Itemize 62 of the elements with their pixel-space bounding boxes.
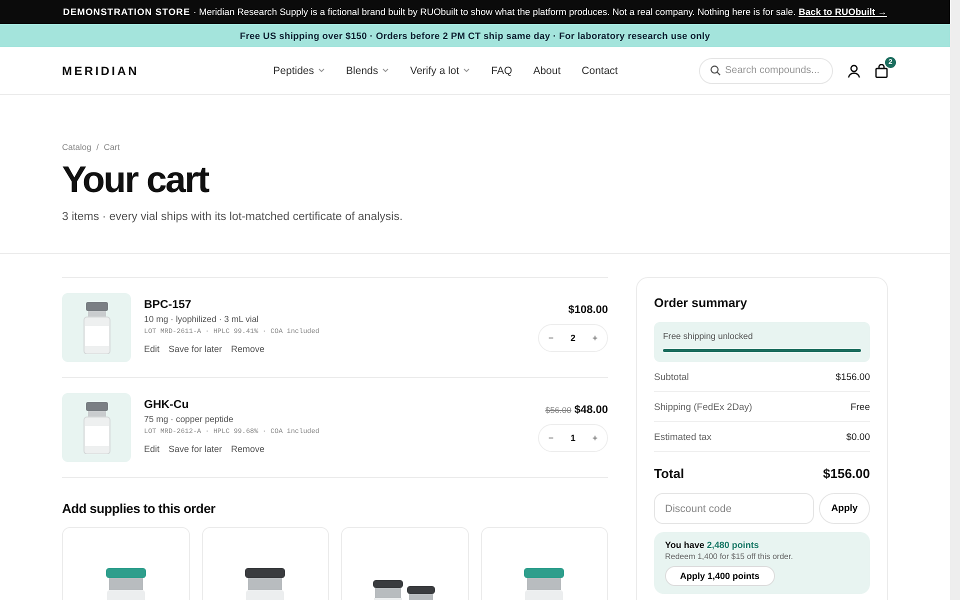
breadcrumb-separator: / <box>96 142 99 152</box>
breadcrumb-link[interactable]: Cart <box>104 142 120 152</box>
item-price: $48.00 <box>574 404 608 416</box>
original-price: $56.00 <box>545 405 572 415</box>
logo[interactable]: MERIDIAN <box>62 64 262 78</box>
item-action-link[interactable]: Remove <box>231 444 265 454</box>
product-name[interactable]: BPC-157 <box>144 299 538 311</box>
points-balance: You have 2,480 points <box>665 540 760 550</box>
breadcrumb-link[interactable]: Catalog <box>62 142 92 152</box>
total-label: Total <box>654 466 684 481</box>
page-subtitle: 3 items · every vial ships with its lot-matched certificate of analysis. <box>62 211 404 223</box>
chevron-down-icon <box>463 68 470 73</box>
total-value: $156.00 <box>823 466 870 481</box>
apply-points-button[interactable]: Apply 1,400 points <box>665 566 775 586</box>
summary-label: Shipping (FedEx 2Day) <box>654 402 752 413</box>
summary-value: Free <box>850 402 870 413</box>
account-icon[interactable] <box>847 64 861 78</box>
summary-value: $156.00 <box>836 372 870 383</box>
item-action-link[interactable]: Edit <box>144 444 160 454</box>
apply-button[interactable]: Apply <box>819 493 870 524</box>
points-note: Redeem 1,400 for $15 off this order. <box>665 552 794 561</box>
store-label: DEMONSTRATION STORE <box>63 7 190 17</box>
product-details: 10 mg · lyophilized · 3 mL vial <box>144 314 260 324</box>
back-link[interactable]: Back to RUObuilt → <box>798 7 887 17</box>
quantity-value: 1 <box>570 433 576 443</box>
increase-button[interactable]: + <box>586 328 604 348</box>
page-title: Your cart <box>62 158 210 202</box>
chevron-down-icon <box>382 68 390 73</box>
decrease-button[interactable]: − <box>542 328 560 348</box>
item-price: $108.00 <box>568 304 608 316</box>
search-icon <box>710 64 721 76</box>
item-action-link[interactable]: Save for later <box>168 344 222 354</box>
quantity-value: 2 <box>570 333 576 343</box>
summary-label: Estimated tax <box>654 432 712 443</box>
nav-link[interactable]: Contact <box>582 64 618 76</box>
item-action-link[interactable]: Save for later <box>168 444 222 454</box>
decrease-button[interactable]: − <box>542 428 560 448</box>
product-name[interactable]: GHK-Cu <box>144 399 538 411</box>
item-action-link[interactable]: Edit <box>144 344 160 354</box>
nav-link[interactable]: Blends <box>346 64 390 76</box>
bag-icon[interactable] <box>875 64 888 78</box>
increase-button[interactable]: + <box>586 428 604 448</box>
announcement-text: · Meridian Research Supply is a fictional brand built by RUObuilt to show what the platform produces. Not a real company. Nothing here is for sale. <box>193 7 796 17</box>
chevron-down-icon <box>318 68 326 73</box>
search-field[interactable]: Search compounds... <box>699 58 833 84</box>
nav-link[interactable]: About <box>533 64 561 76</box>
product-card[interactable] <box>341 527 468 600</box>
discount-code-field[interactable]: Discount code <box>654 493 814 524</box>
vial-drawing <box>82 302 112 354</box>
section-heading: Add supplies to this order <box>62 501 216 516</box>
summary-label: Subtotal <box>654 372 689 383</box>
product-details: 75 mg · copper peptide <box>144 414 234 424</box>
nav-link[interactable]: Verify a lot <box>410 64 470 76</box>
promo-text: Free US shipping over $150 · Orders before 2 PM CT ship same day · For laboratory research use only <box>240 30 710 40</box>
shipping-status: Free shipping unlocked <box>663 331 754 341</box>
summary-value: $0.00 <box>846 432 870 443</box>
nav-link[interactable]: Peptides <box>273 64 326 76</box>
product-card[interactable] <box>202 527 329 600</box>
vial-drawing <box>82 402 112 454</box>
item-action-link[interactable]: Remove <box>231 344 265 354</box>
summary-title: Order summary <box>654 296 748 310</box>
nav-link[interactable]: FAQ <box>491 64 512 76</box>
